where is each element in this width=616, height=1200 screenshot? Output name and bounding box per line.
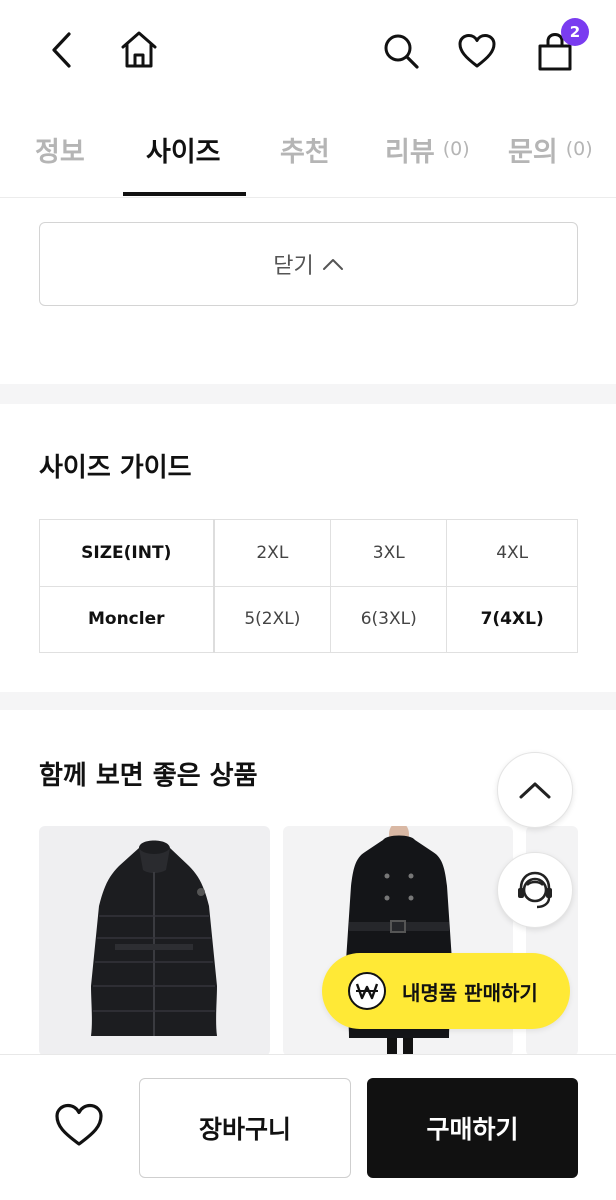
size-guide-title: 사이즈 가이드 xyxy=(39,453,192,483)
table-cell: 4XL xyxy=(446,519,578,587)
top-bar: 2 xyxy=(0,0,616,100)
back-icon[interactable] xyxy=(40,28,84,72)
product-card[interactable] xyxy=(39,826,270,1056)
collapse-button-label: 닫기 xyxy=(273,254,314,279)
table-cell: 2XL xyxy=(212,519,332,587)
review-count: (0) xyxy=(442,138,470,160)
customer-support-button[interactable] xyxy=(497,852,573,928)
row-header: SIZE(INT) xyxy=(39,519,215,587)
table-row: SIZE(INT) 2XL 3XL 4XL xyxy=(39,519,578,587)
table-cell: 3XL xyxy=(330,519,448,587)
table-cell: 7(4XL) xyxy=(446,585,578,653)
tab-label: 추천 xyxy=(280,136,330,168)
recommend-title: 함께 보면 좋은 상품 xyxy=(39,761,258,791)
tab-label: 정보 xyxy=(35,136,85,168)
section-divider xyxy=(0,692,616,710)
collapse-button[interactable]: 닫기 xyxy=(39,222,578,306)
cart-count-badge: 2 xyxy=(561,18,589,46)
active-tab-indicator xyxy=(123,192,246,196)
scroll-top-button[interactable] xyxy=(497,752,573,828)
tab-label: 사이즈 xyxy=(146,136,221,168)
table-cell: 5(2XL) xyxy=(212,585,332,653)
tab-label: 리뷰 xyxy=(385,136,435,168)
table-cell: 6(3XL) xyxy=(330,585,448,653)
headset-agent-icon xyxy=(518,871,552,909)
tab-review[interactable]: 리뷰 (0) xyxy=(385,100,470,198)
inquiry-count: (0) xyxy=(565,138,593,160)
add-to-cart-button[interactable]: 장바구니 xyxy=(139,1078,351,1178)
sell-button-label: 내명품 판매하기 xyxy=(402,980,538,1005)
table-row: Moncler 5(2XL) 6(3XL) 7(4XL) xyxy=(39,585,578,653)
product-image-long-padded-coat xyxy=(91,840,217,1036)
section-divider xyxy=(0,384,616,404)
wishlist-heart-icon[interactable] xyxy=(454,28,500,74)
row-header: Moncler xyxy=(39,585,215,653)
buy-now-button[interactable]: 구매하기 xyxy=(367,1078,578,1178)
tab-size[interactable]: 사이즈 xyxy=(146,100,221,198)
home-icon[interactable] xyxy=(116,26,162,72)
tab-label: 문의 xyxy=(508,136,558,168)
tab-inquiry[interactable]: 문의 (0) xyxy=(508,100,593,198)
heart-icon[interactable] xyxy=(50,1096,108,1154)
tab-info[interactable]: 정보 xyxy=(35,100,85,198)
size-guide-table: SIZE(INT) 2XL 3XL 4XL Moncler 5(2XL) 6(3… xyxy=(39,519,578,653)
search-icon[interactable] xyxy=(378,28,424,74)
sell-luxury-button[interactable]: 내명품 판매하기 xyxy=(322,953,570,1029)
chevron-up-icon xyxy=(322,252,344,277)
won-currency-icon xyxy=(348,972,386,1010)
tab-recommend[interactable]: 추천 xyxy=(280,100,330,198)
product-tabs: 정보 사이즈 추천 리뷰 (0) 문의 (0) xyxy=(0,100,616,198)
chevron-up-icon xyxy=(519,782,551,799)
